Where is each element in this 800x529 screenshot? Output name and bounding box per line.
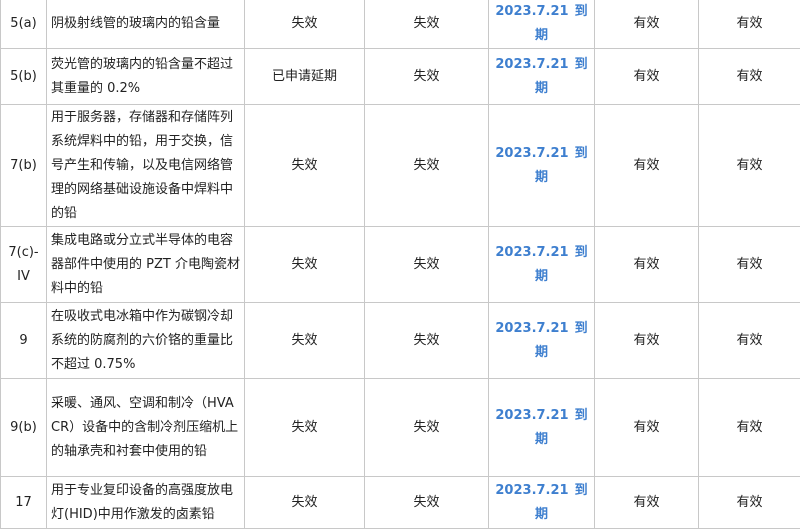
exemption-item: 17	[1, 477, 47, 529]
status-cell: 有效	[595, 227, 699, 303]
exemption-description: 采暖、通风、空调和制冷（HVACR）设备中的含制冷剂压缩机上的轴承壳和衬套中使用…	[47, 379, 245, 477]
exemption-item: 9(b)	[1, 379, 47, 477]
status-cell: 有效	[595, 379, 699, 477]
status-cell: 已申请延期	[245, 49, 365, 105]
status-cell: 有效	[699, 227, 800, 303]
table-row: 7(c)-IV 集成电路或分立式半导体的电容器部件中使用的 PZT 介电陶瓷材料…	[1, 227, 800, 303]
table-row: 9 在吸收式电冰箱中作为碳钢冷却系统的防腐剂的六价铬的重量比不超过 0.75% …	[1, 303, 800, 379]
status-cell: 失效	[245, 0, 365, 49]
status-cell: 有效	[699, 49, 800, 105]
status-cell: 失效	[365, 227, 489, 303]
status-cell: 失效	[365, 379, 489, 477]
expiry-date: 2023.7.21	[495, 483, 568, 498]
table-row: 5(a) 阴极射线管的玻璃内的铅含量 失效 失效 2023.7.21到期 有效 …	[1, 0, 800, 49]
status-cell: 有效	[595, 105, 699, 227]
expiry-date: 2023.7.21	[495, 245, 568, 260]
expiry-date: 2023.7.21	[495, 408, 568, 423]
status-cell: 有效	[699, 303, 800, 379]
status-cell: 失效	[365, 49, 489, 105]
expiry-cell: 2023.7.21到期	[489, 49, 595, 105]
exemption-item: 7(c)-IV	[1, 227, 47, 303]
status-cell: 有效	[595, 0, 699, 49]
status-cell: 失效	[245, 105, 365, 227]
status-cell: 失效	[245, 477, 365, 529]
expiry-cell: 2023.7.21到期	[489, 303, 595, 379]
status-cell: 失效	[365, 105, 489, 227]
exemption-item: 7(b)	[1, 105, 47, 227]
exemption-item: 5(a)	[1, 0, 47, 49]
expiry-date: 2023.7.21	[495, 4, 568, 19]
status-cell: 失效	[365, 303, 489, 379]
exemption-description: 用于服务器，存储器和存储阵列系统焊料中的铅，用于交换，信号产生和传输，以及电信网…	[47, 105, 245, 227]
status-cell: 有效	[699, 477, 800, 529]
exemption-description: 用于专业复印设备的高强度放电灯(HID)中用作激发的卤素铅	[47, 477, 245, 529]
exemption-description: 在吸收式电冰箱中作为碳钢冷却系统的防腐剂的六价铬的重量比不超过 0.75%	[47, 303, 245, 379]
table-row: 5(b) 荧光管的玻璃内的铅含量不超过其重量的 0.2% 已申请延期 失效 20…	[1, 49, 800, 105]
status-cell: 失效	[245, 379, 365, 477]
expiry-cell: 2023.7.21到期	[489, 379, 595, 477]
status-cell: 有效	[595, 303, 699, 379]
status-cell: 失效	[365, 477, 489, 529]
expiry-cell: 2023.7.21到期	[489, 0, 595, 49]
status-cell: 失效	[245, 227, 365, 303]
exemption-description: 荧光管的玻璃内的铅含量不超过其重量的 0.2%	[47, 49, 245, 105]
status-cell: 有效	[699, 105, 800, 227]
expiry-cell: 2023.7.21到期	[489, 477, 595, 529]
table-row: 17 用于专业复印设备的高强度放电灯(HID)中用作激发的卤素铅 失效 失效 2…	[1, 477, 800, 529]
status-cell: 失效	[245, 303, 365, 379]
exemption-item: 9	[1, 303, 47, 379]
exemption-description: 阴极射线管的玻璃内的铅含量	[47, 0, 245, 49]
exemption-item: 5(b)	[1, 49, 47, 105]
expiry-date: 2023.7.21	[495, 321, 568, 336]
expiry-cell: 2023.7.21到期	[489, 227, 595, 303]
status-cell: 有效	[699, 379, 800, 477]
expiry-date: 2023.7.21	[495, 146, 568, 161]
table-row: 7(b) 用于服务器，存储器和存储阵列系统焊料中的铅，用于交换，信号产生和传输，…	[1, 105, 800, 227]
exemption-table: 5(a) 阴极射线管的玻璃内的铅含量 失效 失效 2023.7.21到期 有效 …	[0, 0, 800, 529]
status-cell: 有效	[595, 49, 699, 105]
status-cell: 失效	[365, 0, 489, 49]
table-row: 9(b) 采暖、通风、空调和制冷（HVACR）设备中的含制冷剂压缩机上的轴承壳和…	[1, 379, 800, 477]
expiry-date: 2023.7.21	[495, 57, 568, 72]
expiry-cell: 2023.7.21到期	[489, 105, 595, 227]
status-cell: 有效	[595, 477, 699, 529]
exemption-description: 集成电路或分立式半导体的电容器部件中使用的 PZT 介电陶瓷材料中的铅	[47, 227, 245, 303]
status-cell: 有效	[699, 0, 800, 49]
